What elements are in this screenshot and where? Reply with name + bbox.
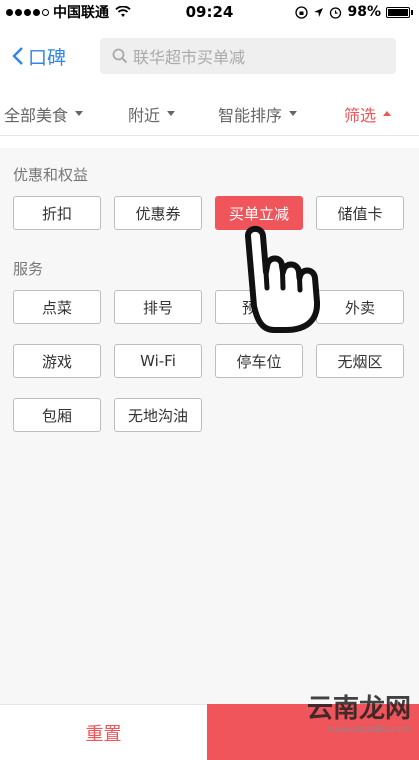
- caret-down-icon: [167, 111, 176, 116]
- reset-button[interactable]: 重置: [0, 704, 207, 760]
- battery-percent: 98%: [347, 4, 381, 20]
- filter-screen-label: 筛选: [344, 105, 377, 125]
- watermark-text: 云南龙网: [306, 694, 411, 724]
- rotation-lock-icon: [295, 5, 309, 19]
- tag-private-room[interactable]: 包厢: [13, 398, 101, 432]
- tag-no-smoking[interactable]: 无烟区: [316, 344, 404, 378]
- filter-panel: 优惠和权益 折扣 优惠券 买单立减 储值卡 服务 点菜 排号 预 外卖 游戏 W…: [0, 148, 419, 704]
- signal-strength-icon: [6, 8, 49, 16]
- search-placeholder: 联华超市买单减: [133, 48, 246, 67]
- back-button[interactable]: 口碑: [12, 43, 100, 70]
- filter-category-label: 全部美食: [4, 105, 69, 125]
- alarm-icon: [330, 6, 342, 19]
- pointing-hand-icon: [245, 225, 320, 333]
- battery-icon: [386, 6, 413, 18]
- filter-distance-label: 附近: [128, 105, 161, 125]
- filter-sort-label: 智能排序: [218, 105, 283, 125]
- filter-distance[interactable]: 附近: [128, 102, 176, 126]
- section-title-services: 服务: [13, 260, 44, 278]
- tag-games[interactable]: 游戏: [13, 344, 101, 378]
- tag-no-gutter-oil[interactable]: 无地沟油: [114, 398, 202, 432]
- tag-coupon[interactable]: 优惠券: [114, 196, 202, 230]
- watermark-url: www.xiazaiba.com: [327, 725, 411, 735]
- filter-bar: 全部美食 附近 智能排序 筛选: [0, 92, 419, 136]
- tag-takeout[interactable]: 外卖: [316, 290, 404, 324]
- tag-parking[interactable]: 停车位: [215, 344, 303, 378]
- filter-sort[interactable]: 智能排序: [218, 102, 298, 126]
- caret-down-icon: [289, 111, 298, 116]
- tag-wifi[interactable]: Wi-Fi: [114, 344, 202, 378]
- filter-category[interactable]: 全部美食: [4, 102, 84, 126]
- caret-down-icon: [75, 111, 84, 116]
- wifi-icon: [115, 6, 131, 17]
- watermark: 云南龙网 www.xiazaiba.com: [307, 688, 411, 735]
- search-icon: [112, 48, 128, 64]
- chevron-left-icon: [12, 47, 23, 65]
- caret-up-icon: [383, 111, 392, 116]
- search-input[interactable]: 联华超市买单减: [100, 38, 396, 74]
- tag-queue-number[interactable]: 排号: [114, 290, 202, 324]
- carrier-name: 中国联通: [53, 5, 109, 21]
- location-arrow-icon: [314, 7, 324, 17]
- filter-screen[interactable]: 筛选: [344, 102, 392, 126]
- tag-discount[interactable]: 折扣: [13, 196, 101, 230]
- nav-bar: 口碑 联华超市买单减: [0, 26, 419, 86]
- tag-order-dishes[interactable]: 点菜: [13, 290, 101, 324]
- back-label: 口碑: [28, 46, 67, 69]
- tag-stored-value-card[interactable]: 储值卡: [316, 196, 404, 230]
- status-bar: 中国联通 09:24 98%: [0, 0, 419, 24]
- section-title-benefits: 优惠和权益: [13, 166, 89, 184]
